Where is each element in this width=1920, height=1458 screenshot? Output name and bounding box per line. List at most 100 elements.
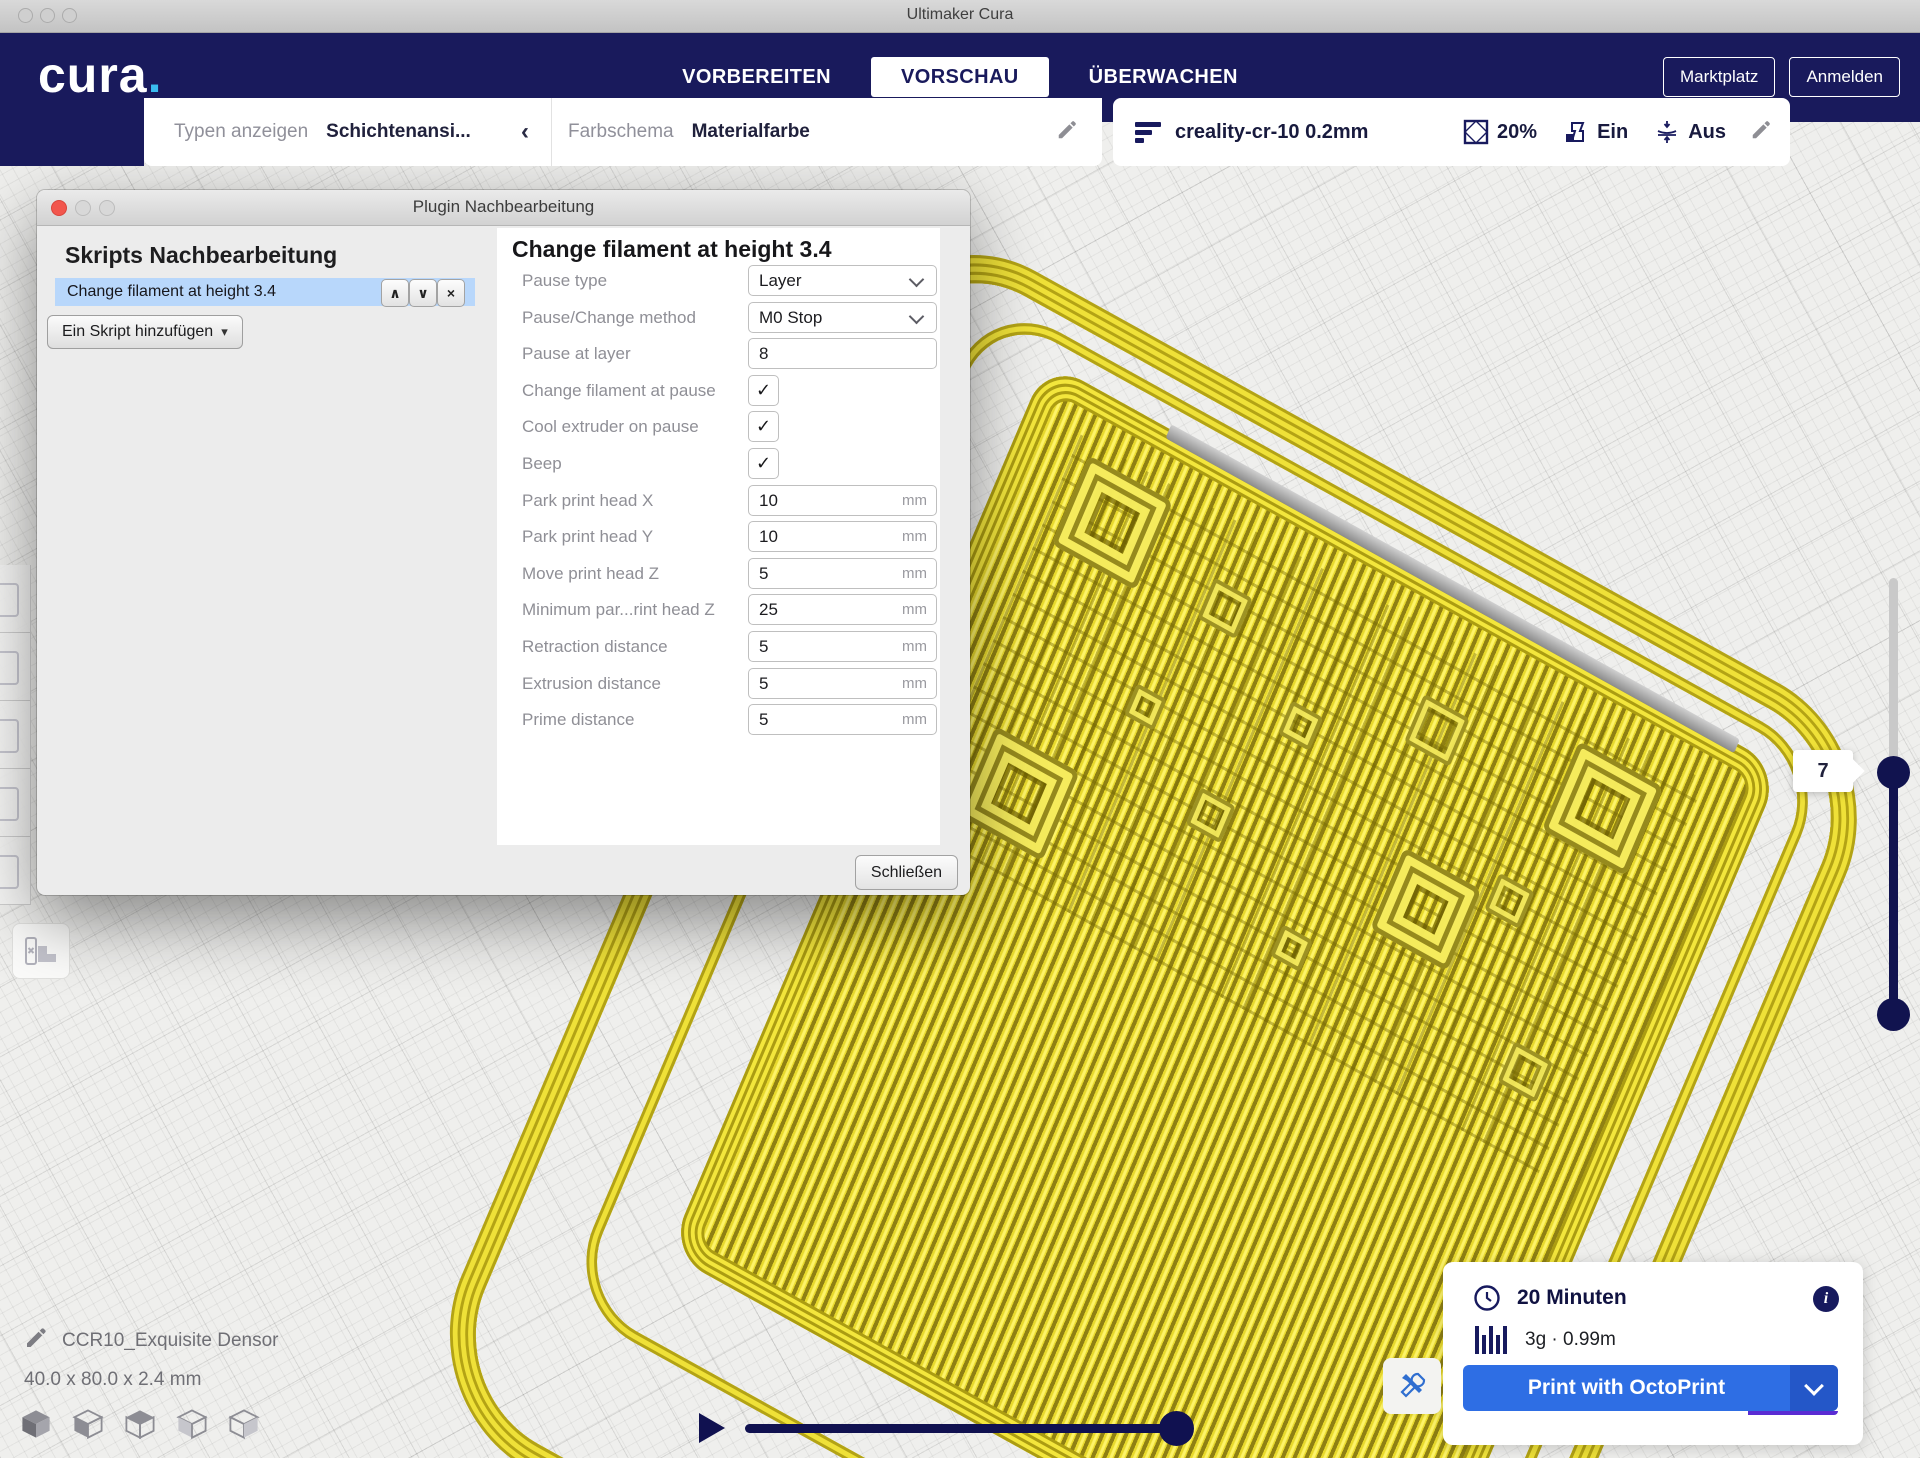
color-scheme-label: Farbschema (568, 121, 674, 143)
pause-at-layer-input[interactable]: 8 (748, 338, 937, 369)
clock-icon (1473, 1284, 1501, 1312)
form-row: Beep ✓ (497, 448, 940, 479)
remove-script-button[interactable]: × (437, 279, 465, 307)
edit-model-name-icon[interactable] (24, 1326, 48, 1355)
qr-tile (1124, 683, 1167, 731)
support-blocker-button[interactable] (12, 923, 70, 979)
view-front-icon[interactable] (68, 1404, 108, 1444)
change-filament-at-pause-checkbox[interactable]: ✓ (748, 375, 779, 406)
model-name: CCR10_Exquisite Densor (62, 1330, 279, 1352)
form-row: Cool extruder on pause ✓ (497, 411, 940, 442)
park-print-head-y-input[interactable]: 10mm (748, 521, 937, 552)
add-script-button[interactable]: Ein Skript hinzufügen ▾ (47, 315, 243, 349)
view-3d-icon[interactable] (16, 1404, 56, 1444)
dialog-title: Plugin Nachbearbeitung (37, 197, 970, 217)
layer-slider-upper-handle[interactable] (1877, 756, 1910, 789)
view-top-icon[interactable] (120, 1404, 160, 1444)
park-print-head-x-input[interactable]: 10mm (748, 485, 937, 516)
layer-slider-lower-handle[interactable] (1877, 998, 1910, 1031)
add-script-label: Ein Skript hinzufügen (62, 323, 213, 341)
qr-tile (1497, 1041, 1553, 1103)
form-rows: Pause typeLayerPause/Change methodM0 Sto… (497, 265, 940, 741)
tab-vorschau[interactable]: VORSCHAU (871, 57, 1049, 97)
rotate-tool-button[interactable] (0, 701, 30, 769)
row-label: Move print head Z (522, 558, 659, 589)
dialog-titlebar[interactable]: Plugin Nachbearbeitung (37, 190, 970, 226)
mirror-tool-button[interactable] (0, 769, 30, 837)
row-label: Park print head X (522, 485, 653, 516)
move-tool-button[interactable] (0, 565, 30, 633)
octoprint-button-group: Print with OctoPrint (1463, 1365, 1838, 1411)
form-row: Prime distance5mm (497, 704, 940, 735)
octoprint-dropdown-button[interactable] (1790, 1365, 1838, 1411)
select-value: M0 Stop (759, 303, 822, 332)
window-title: Ultimaker Cura (0, 6, 1920, 24)
minimum-par-rint-head-z-input[interactable]: 25mm (748, 594, 937, 625)
qr-finder-square (958, 726, 1080, 861)
signin-button[interactable]: Anmelden (1789, 57, 1900, 97)
simulation-timeline[interactable] (745, 1424, 1186, 1433)
move-script-up-button[interactable]: ∧ (381, 279, 409, 307)
script-settings-title: Change filament at height 3.4 (512, 236, 832, 263)
qr-tile (1185, 787, 1236, 843)
model-info: CCR10_Exquisite Densor 40.0 x 80.0 x 2.4… (24, 1326, 279, 1391)
row-label: Cool extruder on pause (522, 411, 699, 442)
marketplace-button[interactable]: Marktplatz (1663, 57, 1775, 97)
row-label: Pause type (522, 265, 607, 296)
window-titlebar: Ultimaker Cura (0, 0, 1920, 33)
current-layer-number: 7 (1817, 760, 1828, 783)
dropdown-arrow-icon: ▾ (221, 324, 228, 340)
view-type-value[interactable]: Schichtenansi... (326, 121, 471, 143)
chevron-down-icon (1804, 1376, 1824, 1396)
infill-setting[interactable]: 20% (1463, 119, 1537, 145)
retraction-distance-input[interactable]: 5mm (748, 631, 937, 662)
pause-type-select[interactable]: Layer (748, 265, 937, 296)
row-label: Beep (522, 448, 562, 479)
print-time: 20 Minuten (1517, 1286, 1627, 1310)
prime-distance-input[interactable]: 5mm (748, 704, 937, 735)
collapse-chevron-icon[interactable]: ‹ (521, 118, 529, 146)
unit-label: mm (902, 559, 927, 588)
tab-ueberwachen[interactable]: ÜBERWACHEN (1059, 57, 1268, 97)
pause-change-method-select[interactable]: M0 Stop (748, 302, 937, 333)
move-script-down-button[interactable]: ∨ (409, 279, 437, 307)
form-row: Pause at layer8 (497, 338, 940, 369)
qr-tile (1278, 700, 1324, 751)
adhesion-setting[interactable]: Aus (1654, 119, 1726, 145)
infill-value: 20% (1497, 121, 1537, 144)
play-button[interactable] (699, 1413, 725, 1443)
info-icon[interactable]: i (1813, 1286, 1839, 1312)
infill-icon (1463, 119, 1489, 145)
material-usage: 3g · 0.99m (1525, 1329, 1616, 1351)
row-label: Change filament at pause (522, 375, 716, 406)
timeline-handle[interactable] (1159, 1411, 1194, 1446)
extrusion-distance-input[interactable]: 5mm (748, 668, 937, 699)
beep-checkbox[interactable]: ✓ (748, 448, 779, 479)
scale-tool-button[interactable] (0, 633, 30, 701)
print-settings-panel[interactable]: creality-cr-10 0.2mm 20% Ein (1113, 98, 1790, 166)
header-left-extension (0, 122, 144, 166)
material-icon (1475, 1326, 1507, 1354)
view-left-icon[interactable] (172, 1404, 212, 1444)
input-value: 8 (759, 339, 768, 368)
edit-pencil-icon[interactable] (1056, 119, 1078, 146)
form-row: Pause type Layer (497, 265, 940, 296)
color-scheme-value[interactable]: Materialfarbe (692, 121, 810, 143)
support-setting[interactable]: Ein (1563, 119, 1628, 145)
octoprint-print-button[interactable]: Print with OctoPrint (1463, 1365, 1790, 1411)
layer-slider-range[interactable] (1889, 772, 1898, 1015)
per-model-settings-button[interactable] (0, 837, 30, 905)
settings-pencil-icon[interactable] (1750, 119, 1772, 146)
post-processing-dialog: Plugin Nachbearbeitung Skripts Nachbearb… (37, 190, 970, 895)
xray-steps-icon (24, 936, 58, 966)
view-right-icon[interactable] (224, 1404, 264, 1444)
tab-vorbereiten[interactable]: VORBEREITEN (652, 57, 861, 97)
form-row: Retraction distance5mm (497, 631, 940, 662)
adhesion-icon (1654, 119, 1680, 145)
printer-profile-name[interactable]: creality-cr-10 0.2mm (1175, 121, 1368, 144)
close-dialog-button[interactable]: Schließen (855, 855, 958, 890)
move-print-head-z-input[interactable]: 5mm (748, 558, 937, 589)
octoprint-tools-button[interactable] (1383, 1358, 1441, 1414)
cool-extruder-on-pause-checkbox[interactable]: ✓ (748, 411, 779, 442)
qr-finder-square (1051, 455, 1173, 590)
